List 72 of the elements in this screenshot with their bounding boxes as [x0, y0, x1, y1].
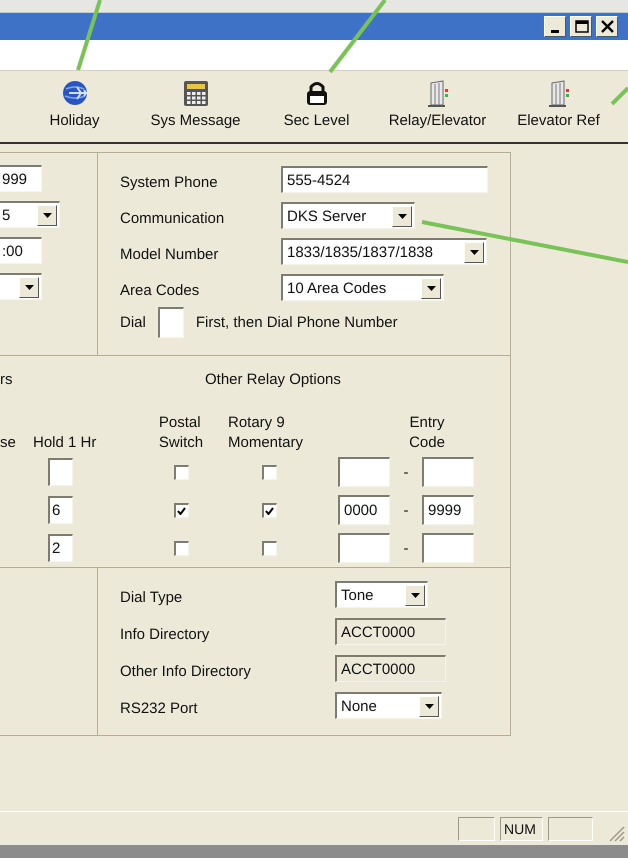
dropdown[interactable]: None: [335, 692, 442, 719]
dropdown[interactable]: 10 Area Codes: [281, 274, 444, 301]
field-label: First, then Dial Phone Number: [196, 314, 398, 331]
checkbox[interactable]: [174, 464, 188, 480]
column-header: Hold 1 Hr: [32, 432, 98, 453]
field-label: Info Directory: [120, 624, 210, 642]
minimize-icon: [551, 30, 559, 32]
field-label: RS232 Port: [120, 698, 198, 716]
field-label: Model Number: [120, 244, 218, 262]
toolbar-button[interactable]: Holiday: [14, 71, 135, 142]
field-label: Communication: [120, 208, 224, 226]
maximize-icon: [572, 19, 590, 34]
field-label: Area Codes: [120, 280, 200, 298]
text-field[interactable]: 999: [0, 165, 42, 192]
text-field[interactable]: 2: [48, 534, 73, 562]
text-field[interactable]: [338, 457, 390, 487]
check-icon: [265, 506, 274, 514]
close-button[interactable]: [596, 16, 618, 37]
callout-line: [610, 86, 628, 106]
column-header: se: [0, 432, 17, 453]
checkbox[interactable]: [174, 540, 188, 556]
text-field[interactable]: :00: [0, 237, 42, 264]
column-header: Rotary 9 Momentary: [227, 412, 304, 453]
separator-text: -: [402, 540, 410, 556]
column-header: Postal Switch: [158, 412, 204, 453]
status-panel: NUM: [500, 816, 543, 840]
toolbar-button[interactable]: Relay/Elevator: [377, 71, 498, 142]
status-panel: [458, 816, 495, 840]
text-field[interactable]: ACCT0000: [335, 618, 446, 645]
checkbox[interactable]: [262, 502, 276, 518]
text-field[interactable]: [422, 533, 474, 563]
dropdown[interactable]: 1833/1835/1837/1838: [281, 238, 487, 265]
text-field[interactable]: [338, 533, 390, 563]
checkbox[interactable]: [262, 464, 276, 480]
field-label: Dial: [120, 314, 146, 331]
maximize-button[interactable]: [570, 16, 592, 37]
close-icon: [598, 19, 616, 34]
caret-icon: [424, 704, 434, 708]
field-label: Other Info Directory: [120, 662, 251, 680]
checkbox[interactable]: [262, 540, 276, 556]
separator-text: -: [402, 502, 410, 518]
separator-text: -: [402, 464, 410, 480]
status-panel: [548, 816, 593, 840]
check-icon: [177, 506, 186, 514]
text-field[interactable]: 0000: [338, 495, 390, 525]
callout-line: [76, 0, 102, 71]
section-heading: Other Relay Options: [204, 370, 342, 388]
toolbar-button[interactable]: Sec Level: [256, 71, 377, 142]
section-heading: rs: [0, 370, 14, 388]
field-label: System Phone: [120, 172, 218, 190]
text-field[interactable]: [158, 307, 184, 338]
toolbar-button[interactable]: Sys Message: [135, 71, 256, 142]
minimize-button[interactable]: [544, 16, 566, 37]
text-field[interactable]: ACCT0000: [335, 655, 446, 682]
dropdown[interactable]: 5: [0, 201, 60, 228]
checkbox[interactable]: [174, 502, 188, 518]
column-header: Entry Code: [408, 412, 446, 453]
text-field[interactable]: 9999: [422, 495, 474, 525]
caret-icon: [24, 284, 34, 290]
caret-icon: [470, 250, 478, 254]
text-field[interactable]: 6: [48, 496, 73, 524]
caret-icon: [398, 214, 406, 218]
dropdown[interactable]: DKS Server: [281, 202, 415, 229]
dropdown[interactable]: Tone: [335, 581, 428, 608]
text-field[interactable]: [422, 457, 474, 487]
toolbar-button[interactable]: Elevator Ref: [498, 71, 619, 142]
field-label: Dial Type: [120, 588, 182, 606]
text-field[interactable]: [48, 458, 73, 486]
caret-icon: [42, 212, 52, 218]
text-field[interactable]: 555-4524: [281, 166, 488, 193]
caret-icon: [426, 286, 436, 290]
caret-icon: [410, 592, 420, 598]
